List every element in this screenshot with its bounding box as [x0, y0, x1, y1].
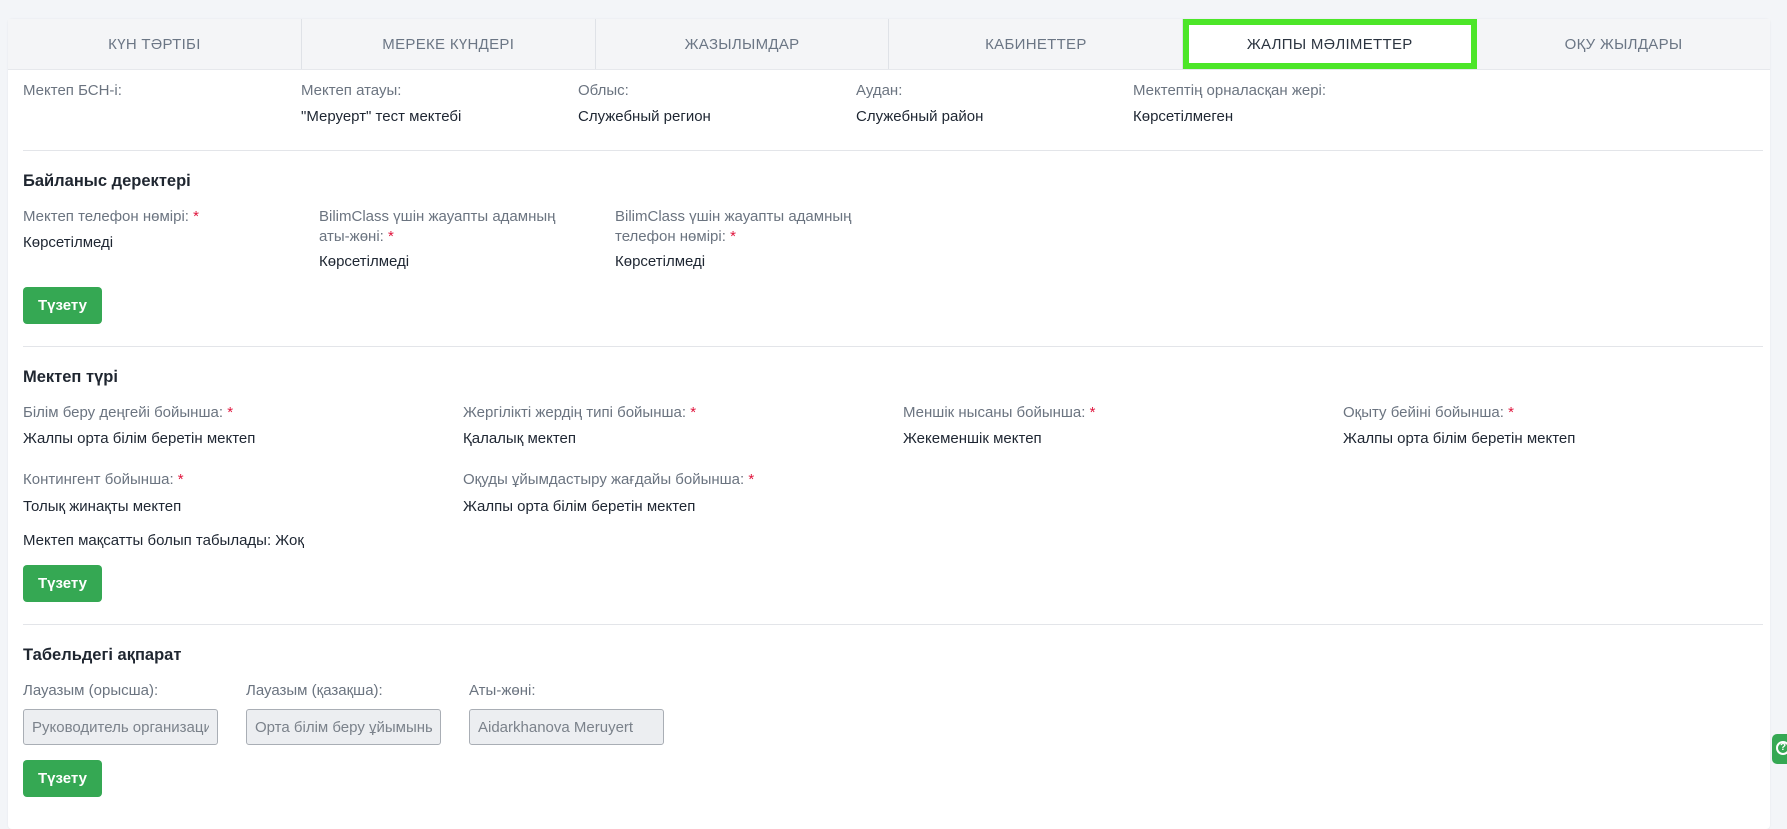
edit-school-type-button[interactable]: Түзету [23, 565, 102, 602]
tab-school-years[interactable]: ОҚУ ЖЫЛДАРЫ [1477, 19, 1770, 69]
profile-value: Жалпы орта білім беретін мектеп [1343, 430, 1576, 447]
school-phone-value: Көрсетілмеді [23, 234, 114, 251]
district-label: Аудан: [856, 82, 903, 99]
ownership-label: Меншік нысаны бойынша: * [903, 404, 1096, 421]
tab-schedule[interactable]: КҮН ТӘРТІБІ [8, 19, 302, 69]
responsible-name-label-line2: аты-жөні: * [319, 228, 394, 245]
position-kz-label: Лауазым (қазақша): [246, 682, 383, 699]
divider [23, 150, 1763, 151]
required-mark: * [177, 471, 184, 488]
school-name-label: Мектеп атауы: [301, 82, 402, 99]
edu-level-label: Білім беру деңгейі бойынша: * [23, 404, 234, 421]
school-bin-label: Мектеп БСН-і: [23, 82, 122, 99]
position-ru-input[interactable] [23, 709, 218, 745]
responsible-name-value: Көрсетілмеді [319, 253, 410, 270]
school-name-value: "Меруерт" тест мектебі [301, 108, 462, 125]
tabel-heading: Табельдегі ақпарат [23, 646, 182, 664]
school-type-heading: Мектеп түрі [23, 368, 118, 386]
organization-value: Жалпы орта білім беретін мектеп [463, 498, 696, 515]
tab-classrooms[interactable]: КАБИНЕТТЕР [889, 19, 1184, 69]
required-mark: * [193, 208, 199, 225]
school-phone-label-text: Мектеп телефон нөмірі: [23, 208, 189, 225]
ownership-value: Жекеменшік мектеп [903, 430, 1042, 447]
responsible-name-label-line1: BilimClass үшін жауапты адамның [319, 208, 556, 225]
region-label: Облыс: [578, 82, 629, 99]
tab-holidays[interactable]: МЕРЕКЕ КҮНДЕРІ [302, 19, 596, 69]
district-value: Служебный район [856, 108, 984, 125]
contingent-value: Толық жинақты мектеп [23, 498, 182, 515]
tab-subscriptions[interactable]: ЖАЗЫЛЫМДАР [596, 19, 890, 69]
region-value: Служебный регион [578, 108, 711, 125]
fullname-label: Аты-жөні: [469, 682, 536, 699]
locality-value: Қалалық мектеп [463, 430, 576, 447]
school-phone-label: Мектеп телефон нөмірі: * [23, 207, 199, 227]
tab-general-info[interactable]: ЖАЛПЫ МӘЛІМЕТТЕР [1183, 19, 1478, 69]
required-mark: * [748, 471, 755, 488]
help-icon: ? [1776, 741, 1787, 755]
organization-label: Оқуды ұйымдастыру жағдайы бойынша: * [463, 471, 755, 488]
edit-tabel-button[interactable]: Түзету [23, 760, 102, 797]
required-mark: * [227, 404, 234, 421]
required-mark: * [690, 404, 697, 421]
location-value: Көрсетілмеген [1133, 108, 1234, 125]
locality-label: Жергілікті жердің типі бойынша: * [463, 404, 697, 421]
responsible-name-label: BilimClass үшін жауапты адамның аты-жөні… [319, 207, 555, 247]
position-ru-label: Лауазым (орысша): [23, 682, 159, 699]
location-label: Мектептің орналасқан жері: [1133, 82, 1327, 99]
required-mark: * [1089, 404, 1096, 421]
responsible-phone-value: Көрсетілмеді [615, 253, 706, 270]
divider [23, 624, 1763, 625]
responsible-phone-label-line1: BilimClass үшін жауапты адамның [615, 208, 852, 225]
contacts-heading: Байланыс деректері [23, 172, 191, 190]
divider [23, 346, 1763, 347]
edu-level-value: Жалпы орта білім беретін мектеп [23, 430, 256, 447]
target-school-text: Мектеп мақсатты болып табылады: Жоқ [23, 532, 304, 549]
contingent-label: Контингент бойынша: * [23, 471, 184, 488]
required-mark: * [1508, 404, 1514, 421]
help-widget[interactable]: ? [1772, 734, 1787, 764]
edit-contacts-button[interactable]: Түзету [23, 287, 102, 324]
tab-bar: КҮН ТӘРТІБІ МЕРЕКЕ КҮНДЕРІ ЖАЗЫЛЫМДАР КА… [8, 19, 1770, 70]
position-kz-input[interactable] [246, 709, 441, 745]
settings-card: КҮН ТӘРТІБІ МЕРЕКЕ КҮНДЕРІ ЖАЗЫЛЫМДАР КА… [8, 19, 1770, 829]
responsible-phone-label-line2: телефон нөмірі: * [615, 228, 736, 245]
fullname-input[interactable] [469, 709, 664, 745]
responsible-phone-label: BilimClass үшін жауапты адамның телефон … [615, 207, 851, 247]
profile-label: Оқыту бейіні бойынша: * [1343, 404, 1514, 421]
